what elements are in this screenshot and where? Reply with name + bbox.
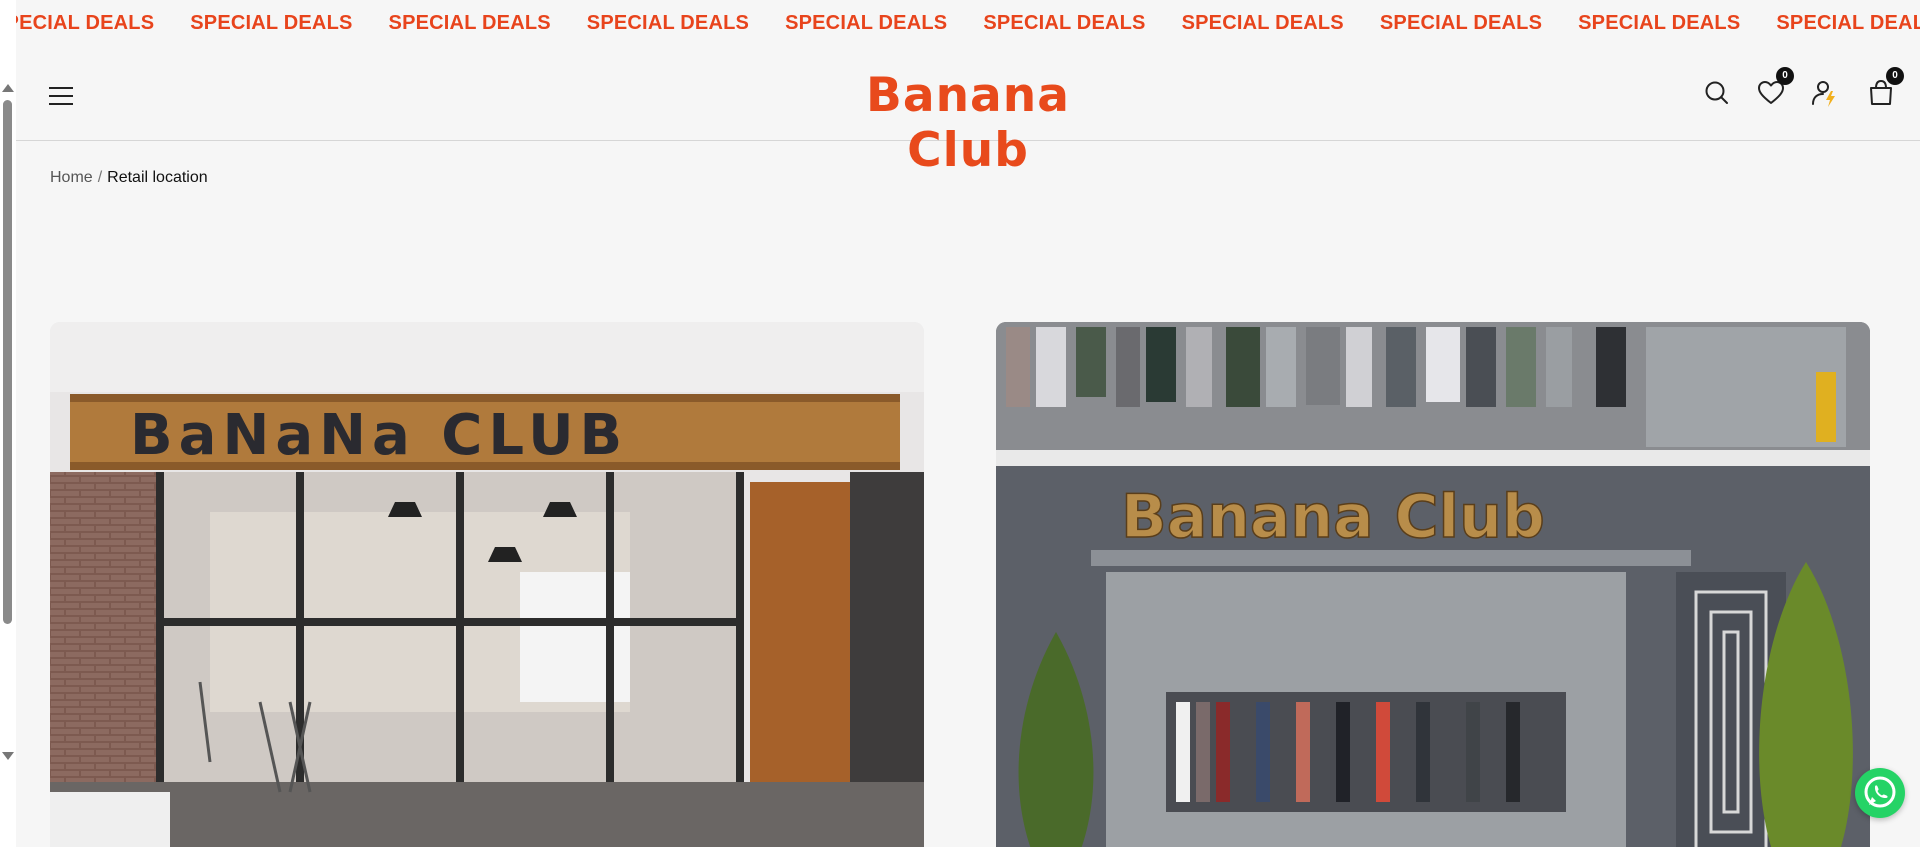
marquee-item: SPECIAL DEALS [16,12,155,34]
whatsapp-icon [1864,776,1896,808]
account-button[interactable] [1808,76,1842,110]
site-logo[interactable]: Banana Club [798,68,1138,178]
wishlist-count-badge: 0 [1776,67,1794,85]
search-icon[interactable] [1700,76,1734,110]
scroll-down-arrow[interactable] [2,752,14,760]
breadcrumb: Home / Retail location [50,169,208,187]
breadcrumb-home-link[interactable]: Home [50,169,93,186]
marquee-item: SPECIAL DEALS [983,12,1146,34]
site-header: Banana Club 0 0 [16,46,1920,178]
marquee-item: SPECIAL DEALS [1578,12,1741,34]
user-icon [1812,81,1835,107]
scroll-thumb[interactable] [3,100,12,624]
store-sign-right: Banana Club [1121,482,1545,552]
cart-button[interactable]: 0 [1864,67,1904,110]
marquee-item: SPECIAL DEALS [1181,12,1344,34]
marquee-item: SPECIAL DEALS [785,12,948,34]
marquee-item: SPECIAL DEALS [388,12,551,34]
scroll-up-arrow[interactable] [2,84,14,92]
marquee-item: SPECIAL DEALS [1776,12,1920,34]
menu-icon[interactable] [49,87,73,105]
page-scrollbar[interactable] [0,0,16,847]
marquee-item: SPECIAL DEALS [190,12,353,34]
cart-count-badge: 0 [1886,67,1904,85]
marquee-item: SPECIAL DEALS [586,12,750,34]
store-photo-left[interactable]: BaNaNa CLUB [50,322,924,847]
marquee-item: SPECIAL DEALS [1379,12,1543,34]
store-photo-right[interactable]: Banana Club [996,322,1870,847]
breadcrumb-separator: / [97,169,103,186]
whatsapp-button[interactable] [1855,768,1905,818]
announcement-marquee: SPECIAL DEALS SPECIAL DEALS SPECIAL DEALS S… [16,0,1920,46]
breadcrumb-current: Retail location [107,169,208,186]
store-sign-left: BaNaNa CLUB [130,403,628,468]
wishlist-button[interactable]: 0 [1754,67,1794,110]
marquee-track: SPECIAL DEALS SPECIAL DEALS SPECIAL DEALS S… [16,12,1920,35]
